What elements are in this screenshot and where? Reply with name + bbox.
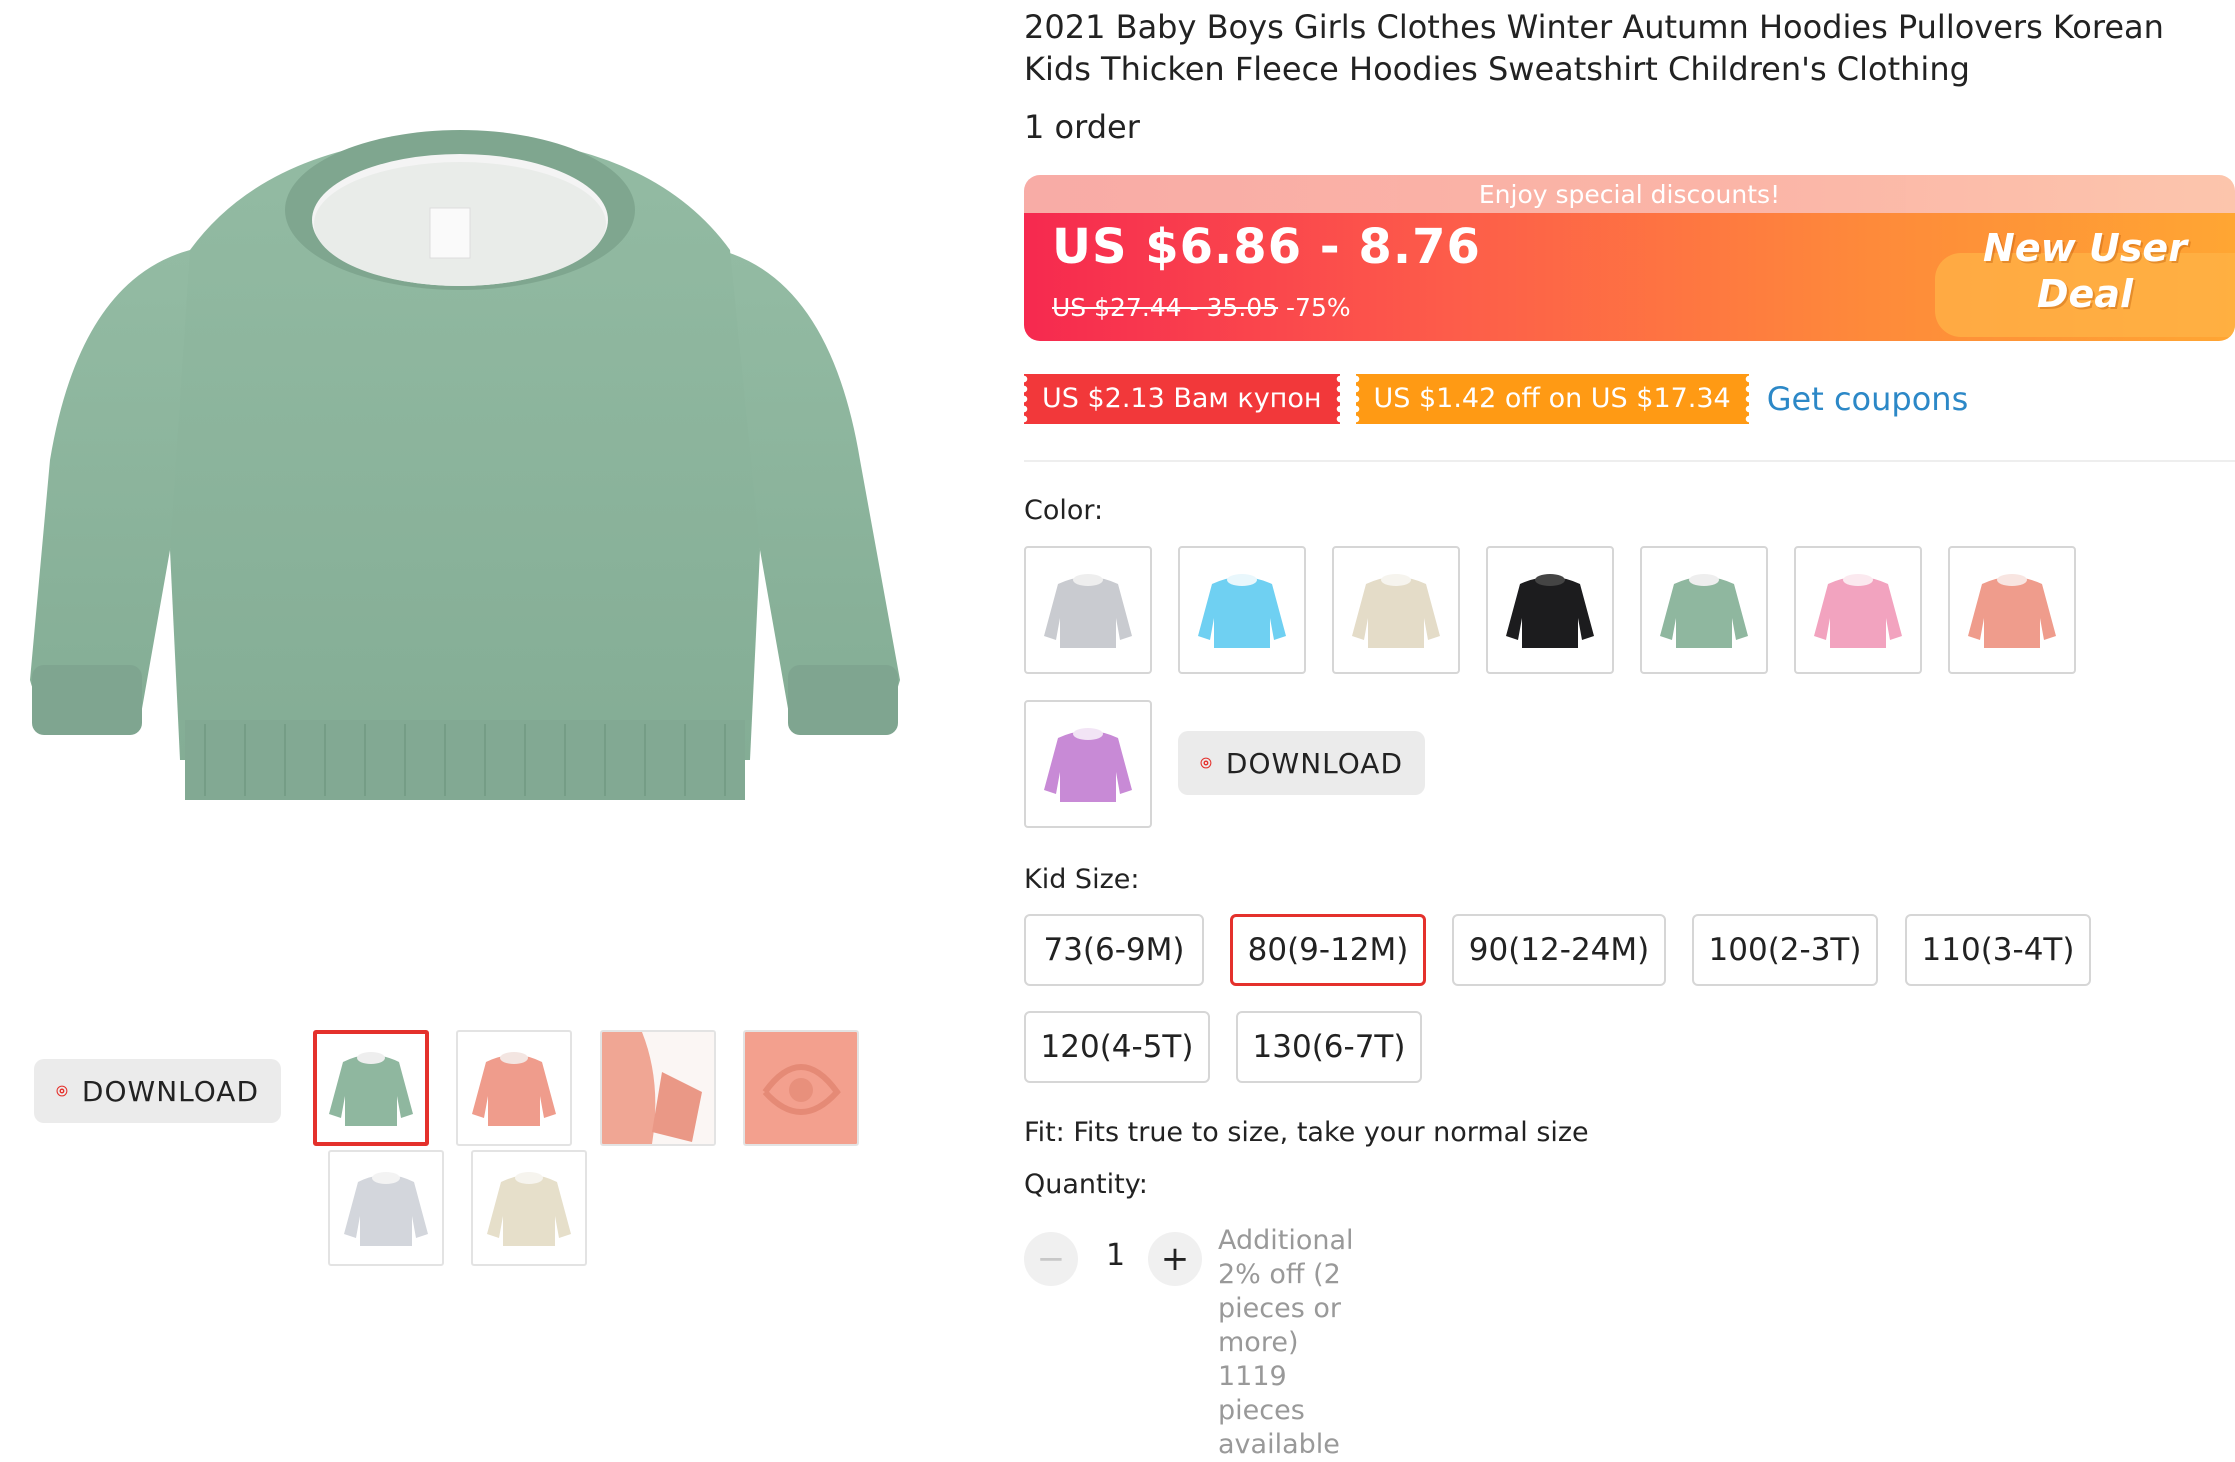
download-button-gallery[interactable]: DOWNLOAD xyxy=(34,1059,281,1123)
size-label: Kid Size: xyxy=(1024,864,1140,895)
deal-line2: Deal xyxy=(2037,272,2133,316)
size-option-100[interactable]: 100(2-3T) xyxy=(1692,914,1878,986)
color-swatch-green[interactable] xyxy=(1640,546,1768,674)
main-product-image[interactable] xyxy=(20,120,900,880)
discount-percent: -75% xyxy=(1286,293,1351,322)
color-swatch-gray[interactable] xyxy=(1024,546,1152,674)
deal-line1: New User xyxy=(1983,226,2187,270)
thumbnail-gray[interactable] xyxy=(328,1150,444,1266)
coupon-store[interactable]: US $2.13 Вам купон xyxy=(1024,374,1340,424)
coupon-row: US $2.13 Вам купон US $1.42 off on US $1… xyxy=(1024,374,1968,424)
thumbnail-pink-fabric[interactable] xyxy=(743,1030,859,1146)
color-swatch-black[interactable] xyxy=(1486,546,1614,674)
download-target-icon xyxy=(56,1085,68,1097)
coupon-select[interactable]: US $1.42 off on US $17.34 xyxy=(1355,374,1749,424)
color-label: Color: xyxy=(1024,495,1104,526)
quantity-label: Quantity: xyxy=(1024,1169,1148,1200)
original-price: US $27.44 - 35.05 xyxy=(1052,293,1279,322)
download-label: DOWNLOAD xyxy=(81,1074,259,1108)
fit-note: Fit: Fits true to size, take your normal… xyxy=(1024,1117,1589,1148)
color-swatch-beige[interactable] xyxy=(1332,546,1460,674)
download-target-icon xyxy=(1200,757,1212,769)
color-swatch-coral[interactable] xyxy=(1948,546,2076,674)
thumbnail-beige[interactable] xyxy=(471,1150,587,1266)
thumbnail-coral[interactable] xyxy=(456,1030,572,1146)
size-option-73[interactable]: 73(6-9M) xyxy=(1024,914,1204,986)
color-swatch-pink[interactable] xyxy=(1794,546,1922,674)
size-option-80-selected[interactable]: 80(9-12M) xyxy=(1230,914,1426,986)
color-swatch-sky-blue[interactable] xyxy=(1178,546,1306,674)
product-title: 2021 Baby Boys Girls Clothes Winter Autu… xyxy=(1024,8,2164,88)
color-swatch-purple[interactable] xyxy=(1024,700,1152,828)
stock-available: 1119 pieces available xyxy=(1218,1361,1340,1460)
download-button-colors[interactable]: DOWNLOAD xyxy=(1178,731,1425,795)
current-price: US $6.86 - 8.76 xyxy=(1052,219,1481,275)
quantity-decrease-button[interactable]: − xyxy=(1024,1232,1078,1286)
get-coupons-link[interactable]: Get coupons xyxy=(1767,380,1969,418)
thumbnail-pink-detail[interactable] xyxy=(600,1030,716,1146)
size-option-110[interactable]: 110(3-4T) xyxy=(1905,914,2091,986)
download-label: DOWNLOAD xyxy=(1225,746,1403,780)
divider xyxy=(1024,460,2235,462)
size-option-90[interactable]: 90(12-24M) xyxy=(1452,914,1666,986)
thumbnail-green[interactable] xyxy=(313,1030,429,1146)
discount-banner-text: Enjoy special discounts! xyxy=(1024,175,2235,213)
size-option-120[interactable]: 120(4-5T) xyxy=(1024,1011,1210,1083)
bulk-discount-note: Additional 2% off (2 pieces or more) xyxy=(1218,1225,1354,1358)
order-count: 1 order xyxy=(1024,108,1140,146)
price-banner: Enjoy special discounts! US $6.86 - 8.76… xyxy=(1024,175,2235,341)
size-option-130[interactable]: 130(6-7T) xyxy=(1236,1011,1422,1083)
new-user-deal-badge: New User Deal xyxy=(1935,225,2235,333)
quantity-value[interactable]: 1 xyxy=(1106,1238,1125,1273)
quantity-increase-button[interactable]: + xyxy=(1148,1232,1202,1286)
